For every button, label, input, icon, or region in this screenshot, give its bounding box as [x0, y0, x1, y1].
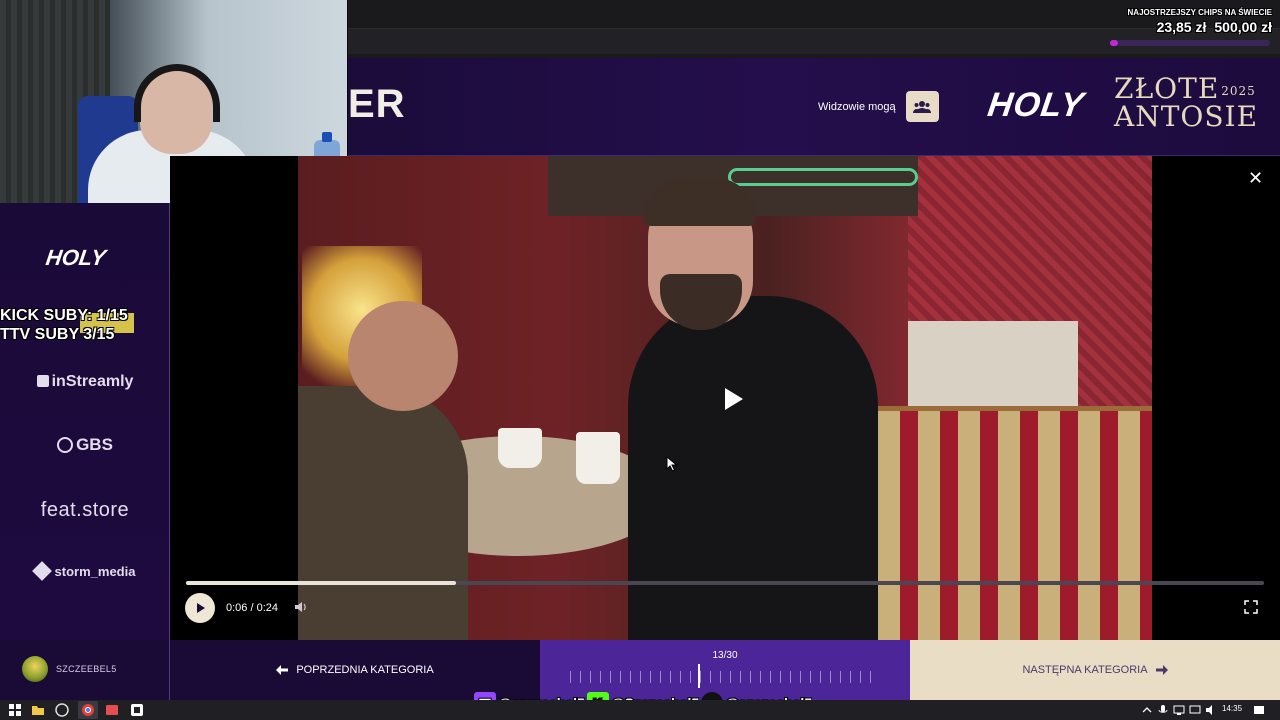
- play-icon: [197, 603, 205, 613]
- headphones-icon: [134, 64, 220, 122]
- video-foreground-hand: [348, 301, 458, 411]
- brand-year: 2025: [1221, 83, 1256, 98]
- taskbar-clock[interactable]: 14:35: [1222, 704, 1242, 713]
- viewers-button[interactable]: [905, 91, 939, 122]
- display-icon[interactable]: [1188, 703, 1202, 717]
- username: SZCZEEBEL5: [56, 664, 117, 674]
- sponsor-gbs-label: GBS: [76, 435, 113, 454]
- donation-goal-amount: 500,00 zł: [1214, 19, 1272, 35]
- sponsor-featstore-logo: feat.store: [40, 499, 130, 521]
- sponsor-holy-logo: HOLY: [44, 245, 108, 270]
- app-icon[interactable]: [130, 703, 144, 717]
- notifications-icon[interactable]: [1252, 703, 1266, 717]
- donation-progress-fill: [1110, 40, 1118, 46]
- category-counter: 13/30: [540, 640, 910, 700]
- folder-icon[interactable]: [31, 703, 45, 717]
- gbs-icon: [57, 437, 74, 453]
- video-progress-fill: [186, 581, 456, 585]
- screen: ER Widzowie mogą HOLY ZŁOTE 2025 ANTOSIE …: [0, 0, 1280, 720]
- next-category-label: NASTĘPNA KATEGORIA: [1022, 664, 1148, 676]
- tray-chevron-icon[interactable]: [1140, 703, 1154, 717]
- sponsor-sidebar: HOLY inStreamly GBS feat.store storm_med…: [0, 203, 170, 640]
- donation-progress-bar: [1110, 40, 1270, 46]
- next-category-button[interactable]: NASTĘPNA KATEGORIA: [910, 640, 1280, 700]
- video-cup: [498, 428, 542, 468]
- viewers-control[interactable]: Widzowie mogą: [818, 91, 939, 122]
- video-cup: [576, 432, 620, 484]
- video-man-hair: [644, 178, 756, 226]
- avatar: [22, 656, 48, 682]
- taskbar: 14:35: [0, 700, 1280, 720]
- category-position-marker: [698, 664, 700, 688]
- sponsor-instreamly-label: inStreamly: [51, 373, 134, 390]
- prev-category-label: POPRZEDNIA KATEGORIA: [296, 664, 434, 676]
- storm-icon: [31, 561, 52, 581]
- donation-title: NAJOSTRZEJSZY CHIPS NA ŚWIECIE: [1127, 8, 1272, 17]
- brand-title-2: ANTOSIE: [1114, 99, 1259, 133]
- holy-logo: HOLY: [985, 86, 1087, 124]
- play-icon[interactable]: [717, 384, 747, 414]
- category-ticks: [570, 671, 880, 683]
- category-counter-text: 13/30: [712, 650, 738, 661]
- sponsor-stormmedia-label: storm_media: [54, 564, 136, 579]
- obs-icon[interactable]: [55, 703, 69, 717]
- prev-category-button[interactable]: POPRZEDNIA KATEGORIA: [170, 640, 540, 700]
- app-icon[interactable]: [105, 703, 119, 717]
- network-icon[interactable]: [1172, 703, 1186, 717]
- donation-goal: NAJOSTRZEJSZY CHIPS NA ŚWIECIE 23,85 zł 5…: [1100, 8, 1272, 35]
- ttv-subs: TTV SUBY 3/15: [0, 326, 115, 343]
- sponsor-gbs-logo: GBS: [0, 435, 170, 455]
- video-frame[interactable]: [298, 156, 1152, 640]
- close-icon[interactable]: ✕: [1248, 168, 1263, 189]
- play-button[interactable]: [185, 593, 215, 623]
- video-neon-light: [728, 168, 918, 186]
- sponsor-stormmedia-logo: storm_media: [0, 561, 170, 581]
- arrow-left-icon: [276, 665, 289, 675]
- volume-icon[interactable]: [294, 600, 308, 614]
- donation-values: 23,85 zł 500,00 zł: [1100, 19, 1272, 35]
- sponsor-instreamly-logo: inStreamly: [0, 373, 170, 391]
- instreamly-icon: [36, 375, 49, 387]
- users-icon: [913, 100, 932, 113]
- video-foreground-arm: [298, 386, 468, 640]
- fullscreen-icon[interactable]: [1244, 600, 1258, 614]
- windows-start-icon[interactable]: [8, 703, 22, 717]
- video-cabinet: [908, 321, 1078, 411]
- microphone-icon[interactable]: [1156, 703, 1170, 717]
- mouse-cursor-icon: [666, 456, 678, 472]
- arrow-right-icon: [1155, 665, 1168, 675]
- kick-subs: KICK SUBY: 1/15: [0, 307, 128, 324]
- sub-goals: KICK SUBY: 1/15 TTV SUBY 3/15: [0, 306, 128, 344]
- category-nav: SZCZEEBEL5 POPRZEDNIA KATEGORIA 13/30 NA…: [0, 640, 1280, 700]
- video-time: 0:06 / 0:24: [226, 602, 278, 614]
- video-sofa: [878, 411, 1152, 640]
- taskbar-active-app[interactable]: [78, 701, 98, 719]
- video-stage: ✕ 0:06 / 0:24: [170, 156, 1280, 640]
- zlote-antosie-logo: ZŁOTE 2025 ANTOSIE: [1114, 75, 1259, 133]
- header-partial-title: ER: [348, 82, 406, 126]
- donation-current: 23,85 zł: [1156, 19, 1207, 35]
- viewers-label: Widzowie mogą: [818, 100, 896, 113]
- chrome-icon: [82, 704, 94, 716]
- video-progress-bar[interactable]: [186, 581, 1264, 585]
- user-panel: SZCZEEBEL5: [0, 640, 170, 700]
- event-header: ER Widzowie mogą HOLY ZŁOTE 2025 ANTOSIE: [348, 58, 1280, 156]
- speaker-icon[interactable]: [1204, 703, 1218, 717]
